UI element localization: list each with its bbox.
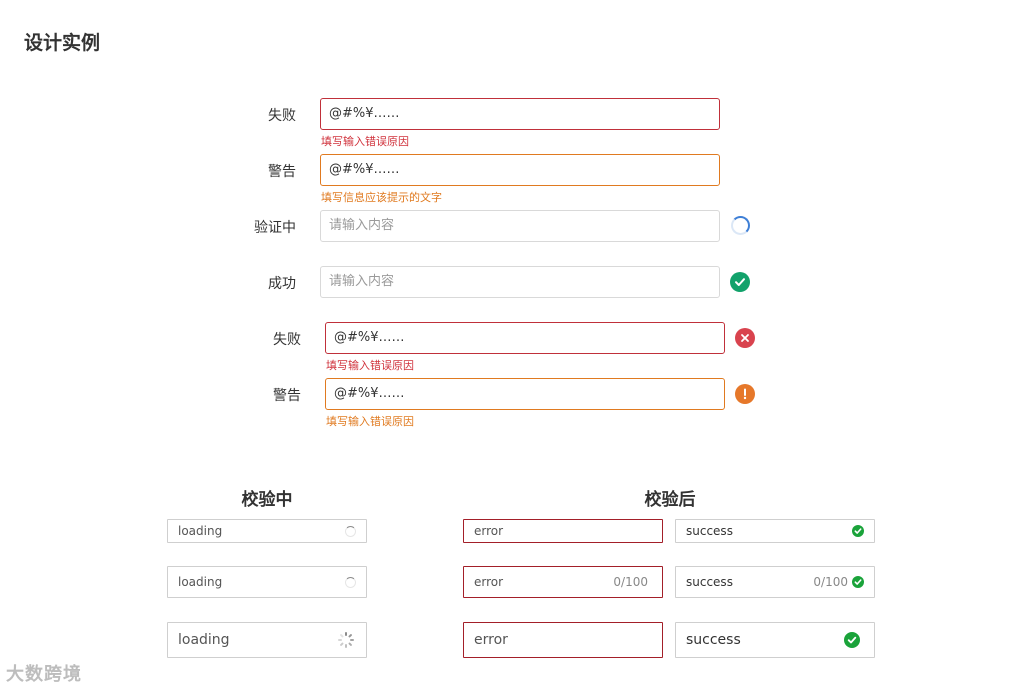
label-warning-2: 警告: [273, 388, 301, 404]
validating-input[interactable]: 请输入内容: [320, 210, 720, 242]
loading-spinner-icon: [338, 632, 354, 648]
success-check-icon: [844, 632, 860, 648]
error-input-medium-value: error: [474, 575, 504, 589]
success-input-large-value: success: [686, 632, 741, 648]
loading-input-small[interactable]: loading: [167, 519, 367, 543]
loading-input-medium[interactable]: loading: [167, 566, 367, 598]
label-error-1: 失败: [268, 108, 296, 124]
error-input-medium[interactable]: error 0/100: [463, 566, 663, 598]
error-input-2[interactable]: @#%¥……: [325, 322, 725, 354]
error-input-large[interactable]: error: [463, 622, 663, 658]
validating-section-title: 校验中: [241, 490, 293, 510]
label-validating: 验证中: [254, 220, 296, 236]
loading-spinner-icon: [345, 576, 356, 588]
success-check-icon: [852, 576, 864, 588]
error-input-small-value: error: [474, 524, 504, 538]
success-input[interactable]: 请输入内容: [320, 266, 720, 298]
error-input-small[interactable]: error: [463, 519, 663, 543]
error-close-icon: [735, 328, 755, 348]
char-counter: 0/100: [813, 575, 848, 589]
success-input-medium[interactable]: success 0/100: [675, 566, 875, 598]
error-help-1: 填写输入错误原因: [321, 135, 409, 148]
loading-input-medium-value: loading: [178, 575, 223, 589]
loading-input-small-value: loading: [178, 524, 223, 538]
watermark-logo: 大数跨境: [6, 664, 82, 685]
success-input-small-value: success: [686, 524, 733, 538]
warning-exclamation-icon: [735, 384, 755, 404]
error-help-2: 填写输入错误原因: [326, 359, 414, 372]
warning-input-2[interactable]: @#%¥……: [325, 378, 725, 410]
success-check-icon: [730, 272, 750, 292]
success-input-small[interactable]: success: [675, 519, 875, 543]
loading-input-large[interactable]: loading: [167, 622, 367, 658]
warning-help-1: 填写信息应该提示的文字: [321, 191, 442, 204]
char-counter: 0/100: [613, 575, 648, 589]
label-error-2: 失败: [273, 332, 301, 348]
label-success: 成功: [268, 276, 296, 292]
error-input-large-value: error: [474, 632, 508, 648]
loading-spinner-icon: [345, 525, 356, 537]
error-input-1[interactable]: @#%¥……: [320, 98, 720, 130]
success-input-medium-value: success: [686, 575, 733, 589]
warning-help-2: 填写输入错误原因: [326, 415, 414, 428]
success-check-icon: [852, 525, 864, 537]
loading-input-large-value: loading: [178, 632, 230, 648]
warning-input-1[interactable]: @#%¥……: [320, 154, 720, 186]
page-title: 设计实例: [24, 32, 101, 54]
loading-spinner-icon: [731, 216, 750, 235]
success-input-large[interactable]: success: [675, 622, 875, 658]
validated-section-title: 校验后: [644, 490, 696, 510]
label-warning-1: 警告: [268, 164, 296, 180]
